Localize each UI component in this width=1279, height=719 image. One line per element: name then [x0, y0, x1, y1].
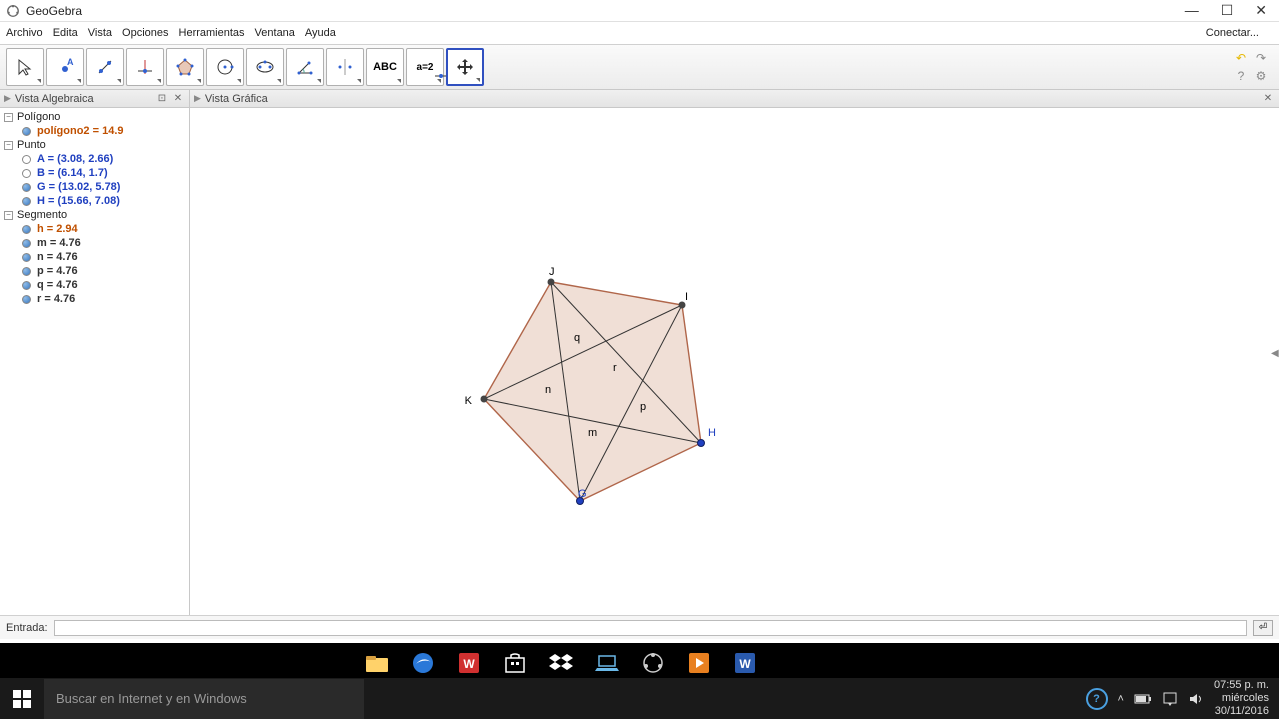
taskbar-app-dropbox[interactable]	[544, 646, 578, 680]
svg-text:G: G	[578, 488, 587, 500]
tree-item-B[interactable]: B = (6.14, 1.7)	[0, 166, 189, 180]
tool-move-view[interactable]	[446, 48, 484, 86]
taskbar-app-media[interactable]	[682, 646, 716, 680]
tray-notifications-icon[interactable]	[1162, 691, 1178, 707]
algebra-tree: −Polígono polígono2 = 14.9 −Punto A = (3…	[0, 108, 189, 615]
close-button[interactable]: ✕	[1255, 2, 1267, 19]
tree-item-n[interactable]: n = 4.76	[0, 250, 189, 264]
tool-line[interactable]	[86, 48, 124, 86]
svg-text:A: A	[67, 57, 74, 67]
svg-text:I: I	[685, 291, 688, 303]
algebra-panel-title: Vista Algebraica	[15, 93, 94, 105]
tree-item-m[interactable]: m = 4.76	[0, 236, 189, 250]
algebra-panel-header[interactable]: ▶ Vista Algebraica ⊡ ✕	[0, 90, 189, 108]
command-input[interactable]	[54, 620, 1247, 636]
svg-text:W: W	[463, 657, 475, 671]
tool-perpendicular[interactable]	[126, 48, 164, 86]
tray-battery-icon[interactable]	[1134, 693, 1152, 705]
tray-volume-icon[interactable]	[1188, 691, 1204, 707]
svg-text:q: q	[574, 332, 580, 344]
graphics-panel-title: Vista Gráfica	[205, 93, 268, 105]
tool-ellipse[interactable]	[246, 48, 284, 86]
svg-text:n: n	[545, 384, 551, 396]
menu-vista[interactable]: Vista	[88, 27, 112, 39]
tray-help-icon[interactable]: ?	[1086, 688, 1108, 710]
panel-close-icon[interactable]: ✕	[171, 92, 185, 106]
panel-pin-icon[interactable]: ⊡	[155, 92, 169, 106]
menu-ayuda[interactable]: Ayuda	[305, 27, 336, 39]
tree-item-q[interactable]: q = 4.76	[0, 278, 189, 292]
tool-angle[interactable]	[286, 48, 324, 86]
tree-cat-punto[interactable]: −Punto	[0, 138, 189, 152]
input-label: Entrada:	[6, 622, 48, 634]
tool-slider[interactable]: a=2	[406, 48, 444, 86]
graphics-panel-header[interactable]: ▶ Vista Gráfica ✕	[190, 90, 1279, 108]
tray-clock[interactable]: 07:55 p. m. miércoles 30/11/2016	[1214, 679, 1269, 718]
tree-cat-segmento[interactable]: −Segmento	[0, 208, 189, 222]
tree-item-A[interactable]: A = (3.08, 2.66)	[0, 152, 189, 166]
tool-polygon[interactable]	[166, 48, 204, 86]
svg-text:r: r	[613, 362, 617, 374]
tree-cat-poligono[interactable]: −Polígono	[0, 110, 189, 124]
help-icon[interactable]: ?	[1233, 68, 1249, 84]
tree-item-G[interactable]: G = (13.02, 5.78)	[0, 180, 189, 194]
taskbar-app-geogebra[interactable]	[636, 646, 670, 680]
tree-item-poligono2[interactable]: polígono2 = 14.9	[0, 124, 189, 138]
panel-close-icon[interactable]: ✕	[1261, 92, 1275, 106]
svg-text:m: m	[588, 427, 597, 439]
menu-opciones[interactable]: Opciones	[122, 27, 168, 39]
menu-archivo[interactable]: Archivo	[6, 27, 43, 39]
svg-text:W: W	[739, 657, 751, 671]
input-enter-button[interactable]: ⏎	[1253, 620, 1273, 636]
maximize-button[interactable]: ☐	[1221, 2, 1234, 19]
svg-text:H: H	[708, 427, 716, 439]
taskbar-app-word[interactable]: W	[728, 646, 762, 680]
collapse-icon: ▶	[4, 93, 11, 104]
side-expand-icon[interactable]: ◀	[1271, 348, 1279, 362]
tray-chevron-up-icon[interactable]: ˄	[1118, 693, 1124, 705]
undo-icon[interactable]: ↶	[1233, 50, 1249, 66]
geometry-canvas[interactable]: J I K H G q r n p m	[190, 108, 1275, 613]
minimize-button[interactable]: —	[1185, 2, 1199, 19]
tool-reflect[interactable]	[326, 48, 364, 86]
svg-text:K: K	[465, 395, 473, 407]
menu-edita[interactable]: Edita	[53, 27, 78, 39]
taskbar-app-red[interactable]: W	[452, 646, 486, 680]
taskbar-app-store[interactable]	[498, 646, 532, 680]
tool-circle[interactable]	[206, 48, 244, 86]
redo-icon[interactable]: ↷	[1253, 50, 1269, 66]
tool-text[interactable]: ABC	[366, 48, 404, 86]
windows-taskbar: W W Buscar en Internet y en Windows ? ˄ …	[0, 643, 1279, 719]
tree-item-H[interactable]: H = (15.66, 7.08)	[0, 194, 189, 208]
menu-conectar[interactable]: Conectar...	[1206, 27, 1263, 39]
menu-ventana[interactable]: Ventana	[255, 27, 295, 39]
start-button[interactable]	[0, 679, 44, 719]
taskbar-search[interactable]: Buscar en Internet y en Windows	[44, 679, 364, 719]
taskbar-app-edge[interactable]	[406, 646, 440, 680]
taskbar-app-laptop[interactable]	[590, 646, 624, 680]
tree-item-h[interactable]: h = 2.94	[0, 222, 189, 236]
settings-icon[interactable]: ⚙	[1253, 68, 1269, 84]
tree-item-p[interactable]: p = 4.76	[0, 264, 189, 278]
taskbar-app-explorer[interactable]	[360, 646, 394, 680]
svg-text:p: p	[640, 401, 646, 413]
tool-move[interactable]	[6, 48, 44, 86]
svg-text:J: J	[549, 266, 555, 278]
tree-item-r[interactable]: r = 4.76	[0, 292, 189, 306]
menu-herramientas[interactable]: Herramientas	[179, 27, 245, 39]
tool-point[interactable]: A	[46, 48, 84, 86]
geogebra-logo-icon	[6, 4, 20, 18]
taskbar-search-placeholder: Buscar en Internet y en Windows	[56, 691, 247, 706]
window-title: GeoGebra	[26, 4, 82, 18]
graphics-view[interactable]: J I K H G q r n p m ◀	[190, 108, 1279, 615]
collapse-icon: ▶	[194, 93, 201, 104]
